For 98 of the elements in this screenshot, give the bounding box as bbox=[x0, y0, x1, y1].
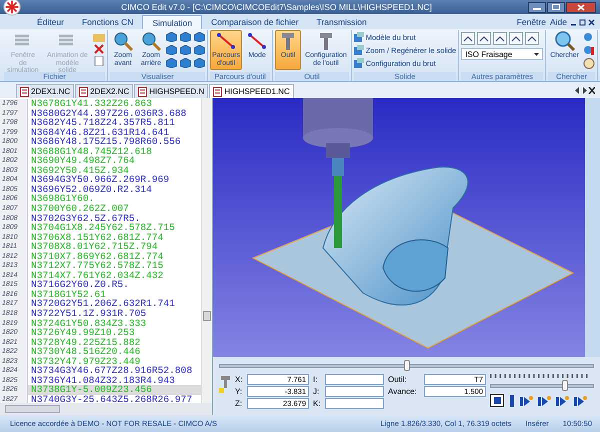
step-forward-icon[interactable] bbox=[538, 394, 552, 406]
code-line: N3726Y49.99Z10.253 bbox=[30, 328, 135, 338]
code-line: N3720G2Y51.206Z.632R1.741 bbox=[30, 299, 175, 310]
tab-navigation-icon[interactable] bbox=[575, 87, 595, 94]
step-forward-icon[interactable] bbox=[556, 394, 570, 406]
display-option-icon[interactable] bbox=[525, 32, 540, 45]
ribbon-tab[interactable]: Fonctions CN bbox=[72, 15, 142, 29]
coordinate-label: X: bbox=[235, 375, 244, 384]
ribbon-tab[interactable]: Comparaison de fichier bbox=[202, 15, 308, 29]
file-icon bbox=[213, 86, 222, 96]
code-line: N3690Y49.498Z7.764 bbox=[30, 156, 135, 166]
slider-handle[interactable] bbox=[562, 380, 568, 391]
code-line: N3692Y50.415Z.934 bbox=[30, 166, 129, 176]
machine-type-dropdown[interactable]: ISO Fraisage bbox=[461, 48, 544, 60]
slider-handle[interactable] bbox=[404, 360, 410, 371]
vertical-scrollbar[interactable] bbox=[201, 98, 212, 403]
ribbon-tab[interactable]: Transmission bbox=[308, 15, 376, 29]
code-line: N3710X7.869Y62.681Z.774 bbox=[30, 252, 164, 262]
view-cube-icon[interactable] bbox=[180, 45, 192, 55]
code-line: N3678G1Y41.332Z26.863 bbox=[30, 99, 152, 109]
code-line: N3702G3Y62.5Z.67R5. bbox=[30, 214, 140, 224]
code-line: N3686Y48.175Z15.798R60.556 bbox=[30, 137, 181, 147]
arc-center-label: I: bbox=[313, 375, 318, 384]
info-label: Outil: bbox=[388, 375, 408, 384]
code-line: N3694G3Y50.966Z.269R.969 bbox=[30, 175, 170, 185]
code-line: N3680G2Y44.397Z26.036R3.688 bbox=[30, 108, 186, 118]
ribbon-tab[interactable]: Éditeur bbox=[28, 15, 73, 29]
code-line: N3688G1Y48.745Z12.618 bbox=[30, 146, 152, 156]
step-forward-icon[interactable] bbox=[520, 394, 534, 406]
menu-link[interactable]: Fenêtre bbox=[516, 17, 546, 27]
tool-icon bbox=[219, 374, 231, 394]
view-cube-icon[interactable] bbox=[194, 45, 206, 55]
ribbon-tab[interactable]: Simulation bbox=[142, 15, 202, 29]
code-line: N3716G2Y60.Z0.R5. bbox=[30, 280, 129, 290]
code-line: N3704G1X8.245Y62.578Z.715 bbox=[30, 223, 175, 233]
code-line: N3708X8.01Y62.715Z.794 bbox=[30, 242, 158, 252]
maximize-icon bbox=[552, 4, 560, 10]
arc-center-label: J: bbox=[313, 387, 320, 396]
pause-icon[interactable] bbox=[508, 394, 516, 406]
code-line: N3712X7.775Y62.578Z.715 bbox=[30, 261, 164, 271]
window-title: CIMCO Edit v7.0 - [C:\CIMCO\CIMCOEdit7\Samples\ISO MILL\HIGHSPEED1.NC] bbox=[120, 2, 433, 12]
close-icon bbox=[577, 4, 585, 10]
document-icon[interactable] bbox=[92, 56, 105, 66]
arc-center-field bbox=[325, 386, 384, 397]
menu-link[interactable]: Aide bbox=[550, 17, 567, 27]
window-controls-icon[interactable] bbox=[571, 18, 595, 26]
code-line: N3728Y49.225Z15.882 bbox=[30, 338, 140, 348]
arc-center-field bbox=[325, 374, 384, 385]
dropdown-arrow-icon bbox=[534, 52, 540, 56]
code-line: N3736Y41.084Z32.183R4.943 bbox=[30, 376, 175, 386]
coordinate-label: Z: bbox=[235, 399, 244, 408]
minimize-button[interactable] bbox=[528, 2, 546, 12]
coordinate-label: Y: bbox=[235, 387, 244, 396]
document-tab[interactable]: 2DEX2.NC bbox=[75, 84, 134, 98]
code-line: N3730Y48.516Z20.446 bbox=[30, 347, 140, 357]
view-cube-icon[interactable] bbox=[180, 58, 192, 68]
display-option-icon[interactable] bbox=[509, 32, 524, 45]
code-line: N3706X8.151Y62.681Z.774 bbox=[30, 232, 164, 242]
document-tab[interactable]: HIGHSPEED.N bbox=[134, 84, 208, 98]
view-cube-icon[interactable] bbox=[166, 45, 178, 55]
magnifier-icon bbox=[140, 31, 162, 51]
close-button[interactable] bbox=[566, 2, 596, 12]
code-line: N3732Y47.979Z23.449 bbox=[30, 356, 140, 366]
arc-center-field bbox=[325, 398, 384, 409]
code-line: N3738G1Y-5.009Z23.456 bbox=[30, 385, 152, 395]
code-line: N3714X7.761Y62.034Z.432 bbox=[30, 270, 164, 280]
toolpath-icon bbox=[215, 31, 238, 51]
stop-icon bbox=[494, 397, 500, 404]
code-line: N3724G1Y50.834Z3.333 bbox=[30, 318, 146, 328]
view-cube-icon[interactable] bbox=[166, 32, 178, 42]
info-label: Avance: bbox=[388, 387, 418, 396]
toolpath-icon bbox=[246, 31, 268, 51]
view-cube-icon[interactable] bbox=[194, 32, 206, 42]
magnifier-icon bbox=[112, 31, 134, 51]
code-line: N3682Y45.718Z24.357R5.811 bbox=[30, 118, 175, 128]
code-line: N3684Y46.8Z21.631R14.641 bbox=[30, 128, 170, 138]
arc-center-label: K: bbox=[313, 399, 322, 408]
view-cube-icon[interactable] bbox=[180, 32, 192, 42]
search-icon bbox=[554, 31, 576, 51]
document-tab[interactable]: HIGHSPEED1.NC bbox=[209, 84, 294, 98]
document-tab[interactable]: 2DEX1.NC bbox=[16, 84, 74, 98]
code-line: N3698G1Y60. bbox=[30, 194, 94, 204]
view-cube-icon[interactable] bbox=[194, 58, 206, 68]
maximize-button[interactable] bbox=[547, 2, 565, 12]
code-line: N3700Y60.262Z.007 bbox=[30, 204, 129, 214]
step-forward-icon[interactable] bbox=[574, 394, 588, 406]
code-line: N3734G3Y46.677Z28.916R52.808 bbox=[30, 366, 192, 376]
cross-icon[interactable] bbox=[92, 44, 105, 54]
display-option-icon[interactable] bbox=[477, 32, 492, 45]
code-line: N3740G3Y-25.643Z5.268R26.977 bbox=[30, 394, 192, 403]
stop-button[interactable] bbox=[490, 394, 504, 407]
display-option-icon[interactable] bbox=[461, 32, 476, 45]
view-cube-icon[interactable] bbox=[166, 58, 178, 68]
code-line: N3718G1Y52.61 bbox=[30, 290, 106, 300]
code-line: N3696Y52.069Z0.R2.314 bbox=[30, 184, 152, 194]
code-line: N3722Y51.1Z.931R.705 bbox=[30, 309, 146, 319]
display-option-icon[interactable] bbox=[493, 32, 508, 45]
horizontal-scrollbar[interactable] bbox=[0, 403, 212, 415]
